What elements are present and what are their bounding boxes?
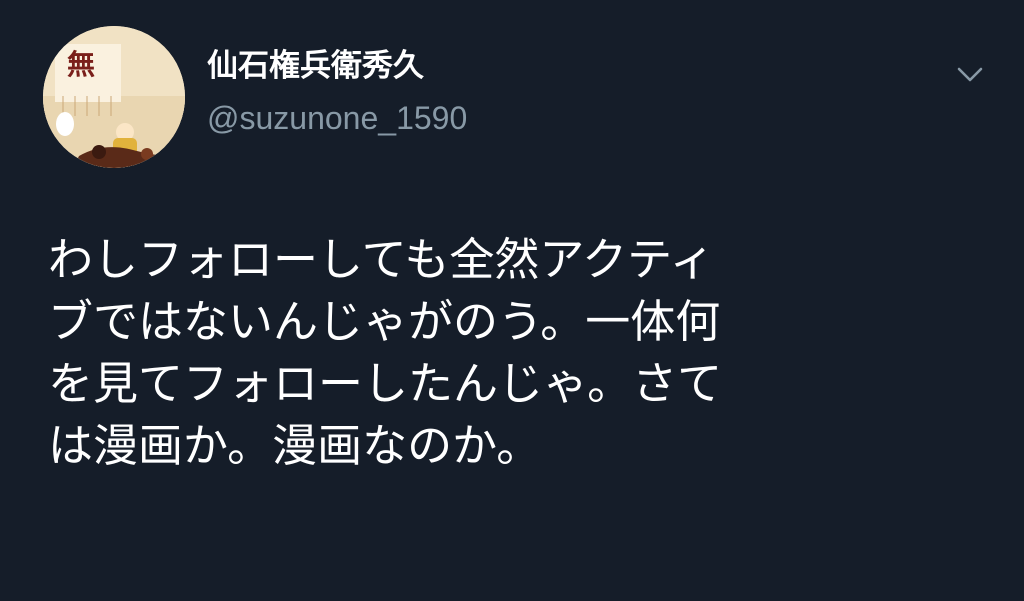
- tweet-text-line: は漫画か。漫画なのか。: [48, 419, 542, 472]
- tweet-text: わしフォローしても全然アクティ ブではないんじゃがのう。一体何 を見てフォローし…: [48, 229, 968, 477]
- tweet-text-line: を見てフォローしたんじゃ。さて: [48, 357, 723, 410]
- tweet-text-line: わしフォローしても全然アクティ: [48, 233, 715, 286]
- avatar[interactable]: 無: [43, 26, 185, 168]
- tweet-text-line: ブではないんじゃがのう。一体何: [48, 295, 721, 348]
- avatar-glyph: 無: [67, 48, 95, 81]
- chevron-down-icon: [957, 67, 983, 82]
- tweet-card: 無 仙石権兵衛秀久 @suzunone_1590 わしフォローしても全然アクティ…: [0, 0, 1024, 601]
- user-handle[interactable]: @suzunone_1590: [207, 98, 467, 138]
- avatar-image: 無: [43, 26, 185, 168]
- tweet-menu-button[interactable]: [952, 60, 988, 90]
- display-name[interactable]: 仙石権兵衛秀久: [207, 46, 424, 86]
